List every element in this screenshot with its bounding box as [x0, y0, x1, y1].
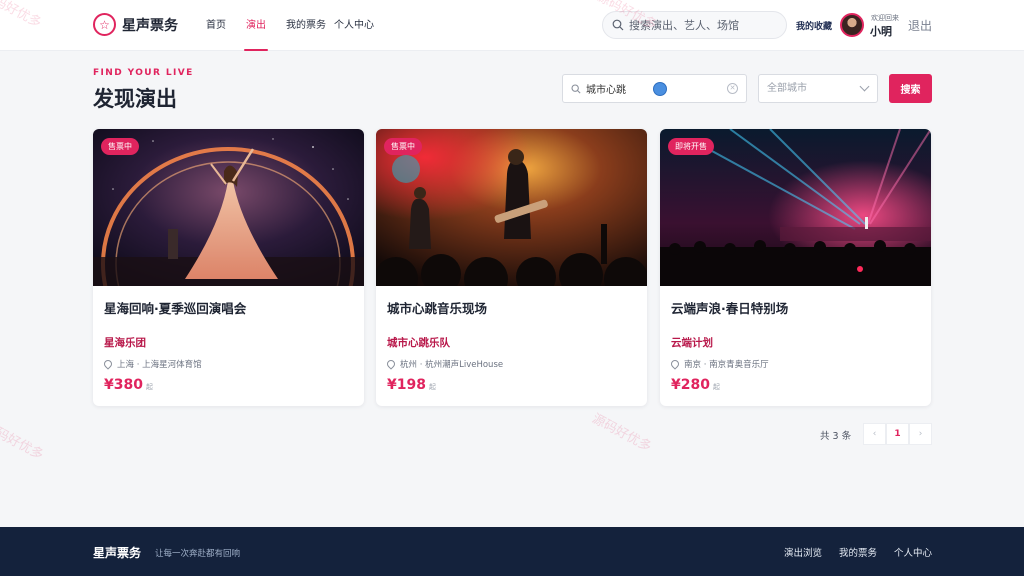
show-price-unit: 起: [712, 383, 720, 391]
search-button[interactable]: 搜索: [889, 74, 932, 103]
watermark: 源码好优多: [589, 411, 654, 456]
show-venue-text: 上海 · 上海星河体育馆: [117, 360, 202, 370]
footer-link-shows[interactable]: 演出浏览: [784, 545, 822, 559]
global-search[interactable]: [602, 11, 787, 39]
show-poster-image: 售票中: [93, 129, 364, 286]
pagination: ‹ 1 ›: [863, 423, 932, 445]
footer-link-tickets[interactable]: 我的票务: [839, 545, 877, 559]
mouse-cursor-indicator: [654, 82, 666, 95]
show-price: ¥280 起: [671, 377, 720, 393]
show-poster-image: 售票中: [376, 129, 647, 286]
logout-button[interactable]: 退出: [908, 17, 932, 34]
clear-icon[interactable]: ✕: [727, 83, 738, 94]
brand-logo[interactable]: ☆ 星声票务: [93, 13, 178, 36]
chevron-down-icon: [859, 81, 870, 92]
search-icon: [612, 19, 624, 31]
show-title[interactable]: 城市心跳音乐现场: [387, 298, 487, 317]
nav-shows[interactable]: 演出: [244, 0, 268, 51]
footer-slogan: 让每一次奔赴都有回响: [155, 549, 241, 559]
footer-link-profile[interactable]: 个人中心: [894, 545, 932, 559]
global-search-input[interactable]: [629, 18, 779, 32]
username[interactable]: 小明: [870, 23, 892, 39]
show-price-unit: 起: [145, 383, 153, 391]
page-1-button[interactable]: 1: [886, 423, 909, 445]
watermark: 源码好优多: [0, 419, 46, 464]
show-price-unit: 起: [428, 383, 436, 391]
show-card[interactable]: 即将开售 云端声浪·春日特别场 云端计划 南京 · 南京青奥音乐厅 ¥280 起: [660, 129, 931, 406]
show-price-value: ¥280: [671, 377, 710, 393]
search-icon: [571, 83, 581, 94]
show-poster-image: 即将开售: [660, 129, 931, 286]
show-card[interactable]: 售票中 城市心跳音乐现场 城市心跳乐队 杭州 · 杭州潮声LiveHouse ¥…: [376, 129, 647, 406]
show-title[interactable]: 星海回响·夏季巡回演唱会: [104, 298, 246, 317]
top-header: ☆ 星声票务 首页 演出 我的票务 个人中心 我的收藏 欢迎回来 小明 退出: [0, 0, 1024, 51]
keyword-search[interactable]: ✕: [562, 74, 747, 103]
nav-home[interactable]: 首页: [206, 0, 226, 51]
show-venue: 上海 · 上海星河体育馆: [102, 358, 202, 370]
show-price-value: ¥380: [104, 377, 143, 393]
show-artist: 云端计划: [671, 337, 713, 349]
location-pin-icon: [669, 358, 681, 370]
prev-page-button[interactable]: ‹: [863, 423, 886, 445]
show-venue-text: 杭州 · 杭州潮声LiveHouse: [400, 360, 504, 370]
favorites-link[interactable]: 我的收藏: [796, 19, 832, 32]
show-artist: 城市心跳乐队: [387, 337, 450, 349]
nav-my-tickets[interactable]: 我的票务: [286, 0, 326, 51]
total-count: 共 3 条: [820, 431, 852, 442]
footer-brand: 星声票务: [93, 546, 142, 560]
page-title: 发现演出: [93, 87, 177, 111]
welcome-text: 欢迎回来: [871, 14, 899, 22]
show-venue: 杭州 · 杭州潮声LiveHouse: [385, 358, 504, 370]
show-venue: 南京 · 南京青奥音乐厅: [669, 358, 769, 370]
brand-name: 星声票务: [122, 17, 178, 34]
show-title[interactable]: 云端声浪·春日特别场: [671, 298, 788, 317]
status-badge: 即将开售: [668, 138, 714, 155]
location-pin-icon: [385, 358, 397, 370]
section-eyebrow: FIND YOUR LIVE: [93, 68, 194, 78]
show-venue-text: 南京 · 南京青奥音乐厅: [684, 360, 769, 370]
status-badge: 售票中: [101, 138, 139, 155]
status-badge: 售票中: [384, 138, 422, 155]
footer-links: 演出浏览 我的票务 个人中心: [767, 545, 932, 559]
star-logo-icon: ☆: [93, 13, 116, 36]
location-pin-icon: [102, 358, 114, 370]
show-artist: 星海乐团: [104, 337, 146, 349]
next-page-button[interactable]: ›: [909, 423, 932, 445]
keyword-input[interactable]: [586, 83, 650, 94]
show-price: ¥380 起: [104, 377, 153, 393]
avatar[interactable]: [840, 13, 864, 37]
show-card[interactable]: 售票中 星海回响·夏季巡回演唱会 星海乐团 上海 · 上海星河体育馆 ¥380 起: [93, 129, 364, 406]
show-price: ¥198 起: [387, 377, 436, 393]
nav-profile[interactable]: 个人中心: [334, 0, 374, 51]
main-nav: 首页 演出 我的票务 个人中心: [206, 0, 394, 51]
city-select[interactable]: 全部城市: [758, 74, 878, 103]
footer: 星声票务 让每一次奔赴都有回响 演出浏览 我的票务 个人中心: [0, 527, 1024, 576]
city-select-placeholder: 全部城市: [767, 83, 807, 94]
show-price-value: ¥198: [387, 377, 426, 393]
